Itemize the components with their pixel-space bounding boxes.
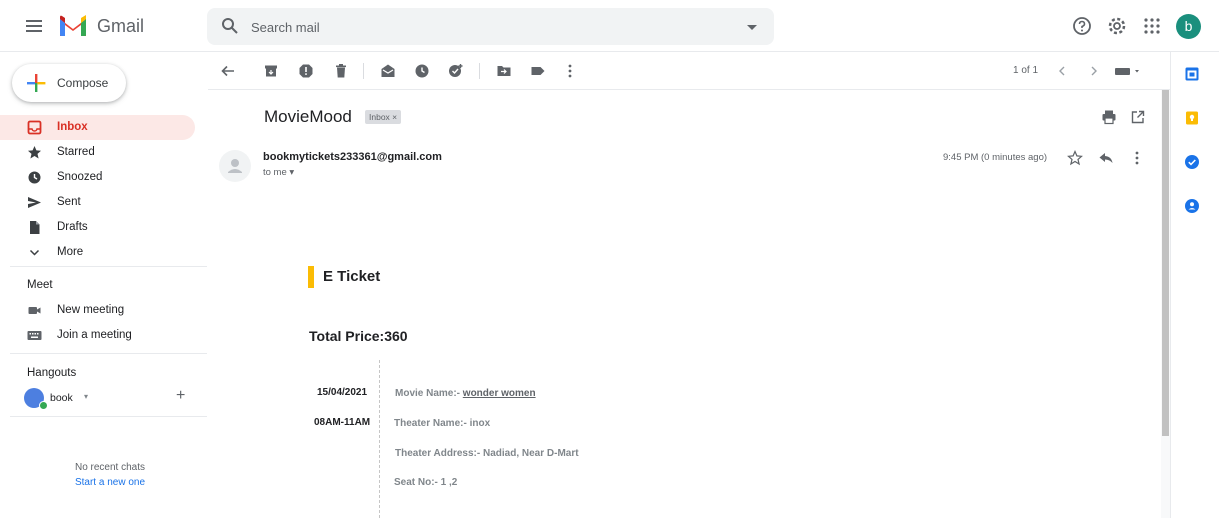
- recipient-details-toggle[interactable]: to me ▾: [263, 167, 294, 178]
- keep-notes-icon[interactable]: [1184, 110, 1200, 126]
- search-input[interactable]: [251, 16, 731, 38]
- report-spam-icon[interactable]: [298, 63, 314, 79]
- toolbar-separator: [363, 63, 364, 79]
- sidebar-item-label: Starred: [57, 146, 95, 158]
- compose-button[interactable]: Compose: [12, 64, 126, 102]
- message-toolbar: 1 of 1: [208, 52, 1170, 90]
- calendar-icon[interactable]: [1184, 66, 1200, 82]
- sidebar-item-new-meeting[interactable]: New meeting: [0, 298, 195, 323]
- sidebar-item-drafts[interactable]: Drafts: [0, 215, 195, 240]
- show-time-slot: 08AM-11AM: [314, 417, 371, 428]
- contacts-icon[interactable]: [1184, 198, 1200, 214]
- online-status-dot: [39, 401, 48, 410]
- sidebar-item-label: Inbox: [57, 121, 88, 133]
- hangouts-section-title: Hangouts: [27, 367, 77, 379]
- gmail-app: Gmail b: [0, 0, 1219, 518]
- sidebar-item-starred[interactable]: Starred: [0, 140, 195, 165]
- sidebar-item-label: Join a meeting: [57, 329, 132, 341]
- default-user-icon: [228, 159, 242, 173]
- account-avatar[interactable]: b: [1176, 14, 1201, 39]
- back-arrow-icon[interactable]: [220, 63, 236, 79]
- apps-grid-icon[interactable]: [1141, 15, 1163, 37]
- input-tools-keyboard-icon[interactable]: [1114, 63, 1142, 79]
- main-menu-icon[interactable]: [22, 14, 46, 38]
- inbox-icon: [27, 120, 42, 135]
- hangouts-user-caret-icon[interactable]: ▾: [84, 392, 88, 401]
- sidebar-item-snoozed[interactable]: Snoozed: [0, 165, 195, 190]
- sidebar-item-label: New meeting: [57, 304, 125, 316]
- theater-address: Theater Address:- Nadiad, Near D-Mart: [395, 448, 579, 459]
- newer-chevron-left-icon[interactable]: [1054, 63, 1070, 79]
- reply-arrow-icon[interactable]: [1098, 150, 1114, 166]
- message-more-options-icon[interactable]: [1129, 150, 1145, 166]
- compose-label: Compose: [57, 76, 109, 90]
- pagination-count: 1 of 1: [1013, 65, 1039, 76]
- send-icon: [28, 197, 41, 208]
- sender-avatar: [219, 150, 251, 182]
- top-header: Gmail b: [0, 0, 1219, 52]
- movie-name-link[interactable]: wonder women: [463, 388, 536, 399]
- gmail-logo-icon: [60, 15, 86, 36]
- print-icon[interactable]: [1101, 109, 1117, 125]
- sidebar-item-join-meeting[interactable]: Join a meeting: [0, 323, 195, 348]
- search-icon[interactable]: [221, 17, 239, 35]
- tasks-icon[interactable]: [1184, 154, 1200, 170]
- sidebar-item-label: More: [57, 246, 84, 258]
- seat-numbers: Seat No:- 1 ,2: [394, 477, 458, 488]
- settings-gear-icon[interactable]: [1106, 15, 1128, 37]
- add-chat-plus-icon[interactable]: +: [176, 388, 190, 404]
- show-date: 15/04/2021: [317, 387, 368, 398]
- label-tag-icon[interactable]: [530, 63, 546, 79]
- compose-plus-icon: [27, 74, 46, 92]
- move-to-folder-icon[interactable]: [496, 63, 512, 79]
- inbox-label-badge[interactable]: Inbox ×: [365, 110, 402, 124]
- sidebar-divider: [10, 353, 207, 354]
- draft-icon: [30, 221, 40, 234]
- sidebar-item-sent[interactable]: Sent: [0, 190, 195, 215]
- snooze-clock-icon[interactable]: [414, 63, 430, 79]
- chevron-down-icon: [29, 249, 40, 256]
- app-name: Gmail: [97, 16, 145, 36]
- meet-section-title: Meet: [27, 279, 53, 291]
- sidebar-item-inbox[interactable]: Inbox: [0, 115, 195, 140]
- message-timestamp: 9:45 PM (0 minutes ago): [943, 152, 1048, 163]
- sidebar-item-label: Snoozed: [57, 171, 103, 183]
- ticket-title: E Ticket: [323, 268, 381, 285]
- total-price: Total Price:360: [309, 328, 408, 344]
- hangouts-user[interactable]: book ▾: [24, 386, 194, 410]
- mark-unread-icon[interactable]: [380, 63, 396, 79]
- sidebar-divider: [10, 416, 207, 417]
- add-to-tasks-icon[interactable]: [448, 63, 464, 79]
- theater-name: Theater Name:- inox: [394, 418, 491, 429]
- search-options-caret-icon[interactable]: [747, 25, 757, 31]
- video-icon: [28, 307, 41, 314]
- more-options-vertical-icon[interactable]: [562, 63, 578, 79]
- start-new-chat-link[interactable]: Start a new one: [0, 477, 220, 488]
- keyboard-icon: [27, 331, 42, 340]
- search-bar[interactable]: [207, 8, 774, 45]
- help-icon[interactable]: [1071, 15, 1093, 37]
- sidebar-item-label: Drafts: [57, 221, 88, 233]
- sidebar-item-more[interactable]: More: [0, 240, 195, 265]
- delete-trash-icon[interactable]: [333, 63, 349, 79]
- ticket-dashed-divider: [379, 360, 380, 518]
- archive-icon[interactable]: [263, 63, 279, 79]
- older-chevron-right-icon[interactable]: [1086, 63, 1102, 79]
- ticket-accent-bar: [308, 266, 314, 288]
- message-scrollbar-thumb[interactable]: [1162, 90, 1169, 436]
- email-subject: MovieMood: [264, 107, 352, 126]
- star-outline-icon[interactable]: [1067, 150, 1083, 166]
- open-in-new-window-icon[interactable]: [1130, 109, 1146, 125]
- sidebar-divider: [10, 266, 207, 267]
- no-recent-chats-text: No recent chats: [74, 462, 146, 473]
- toolbar-separator: [479, 63, 480, 79]
- hangouts-user-name: book: [50, 392, 73, 404]
- sidebar-item-label: Sent: [57, 196, 81, 208]
- movie-name-row: Movie Name:- wonder women: [395, 388, 536, 399]
- clock-icon: [28, 171, 41, 184]
- movie-name-label: Movie Name:-: [395, 388, 463, 399]
- star-icon: [28, 146, 41, 159]
- sender-email: bookmytickets233361@gmail.com: [263, 151, 442, 163]
